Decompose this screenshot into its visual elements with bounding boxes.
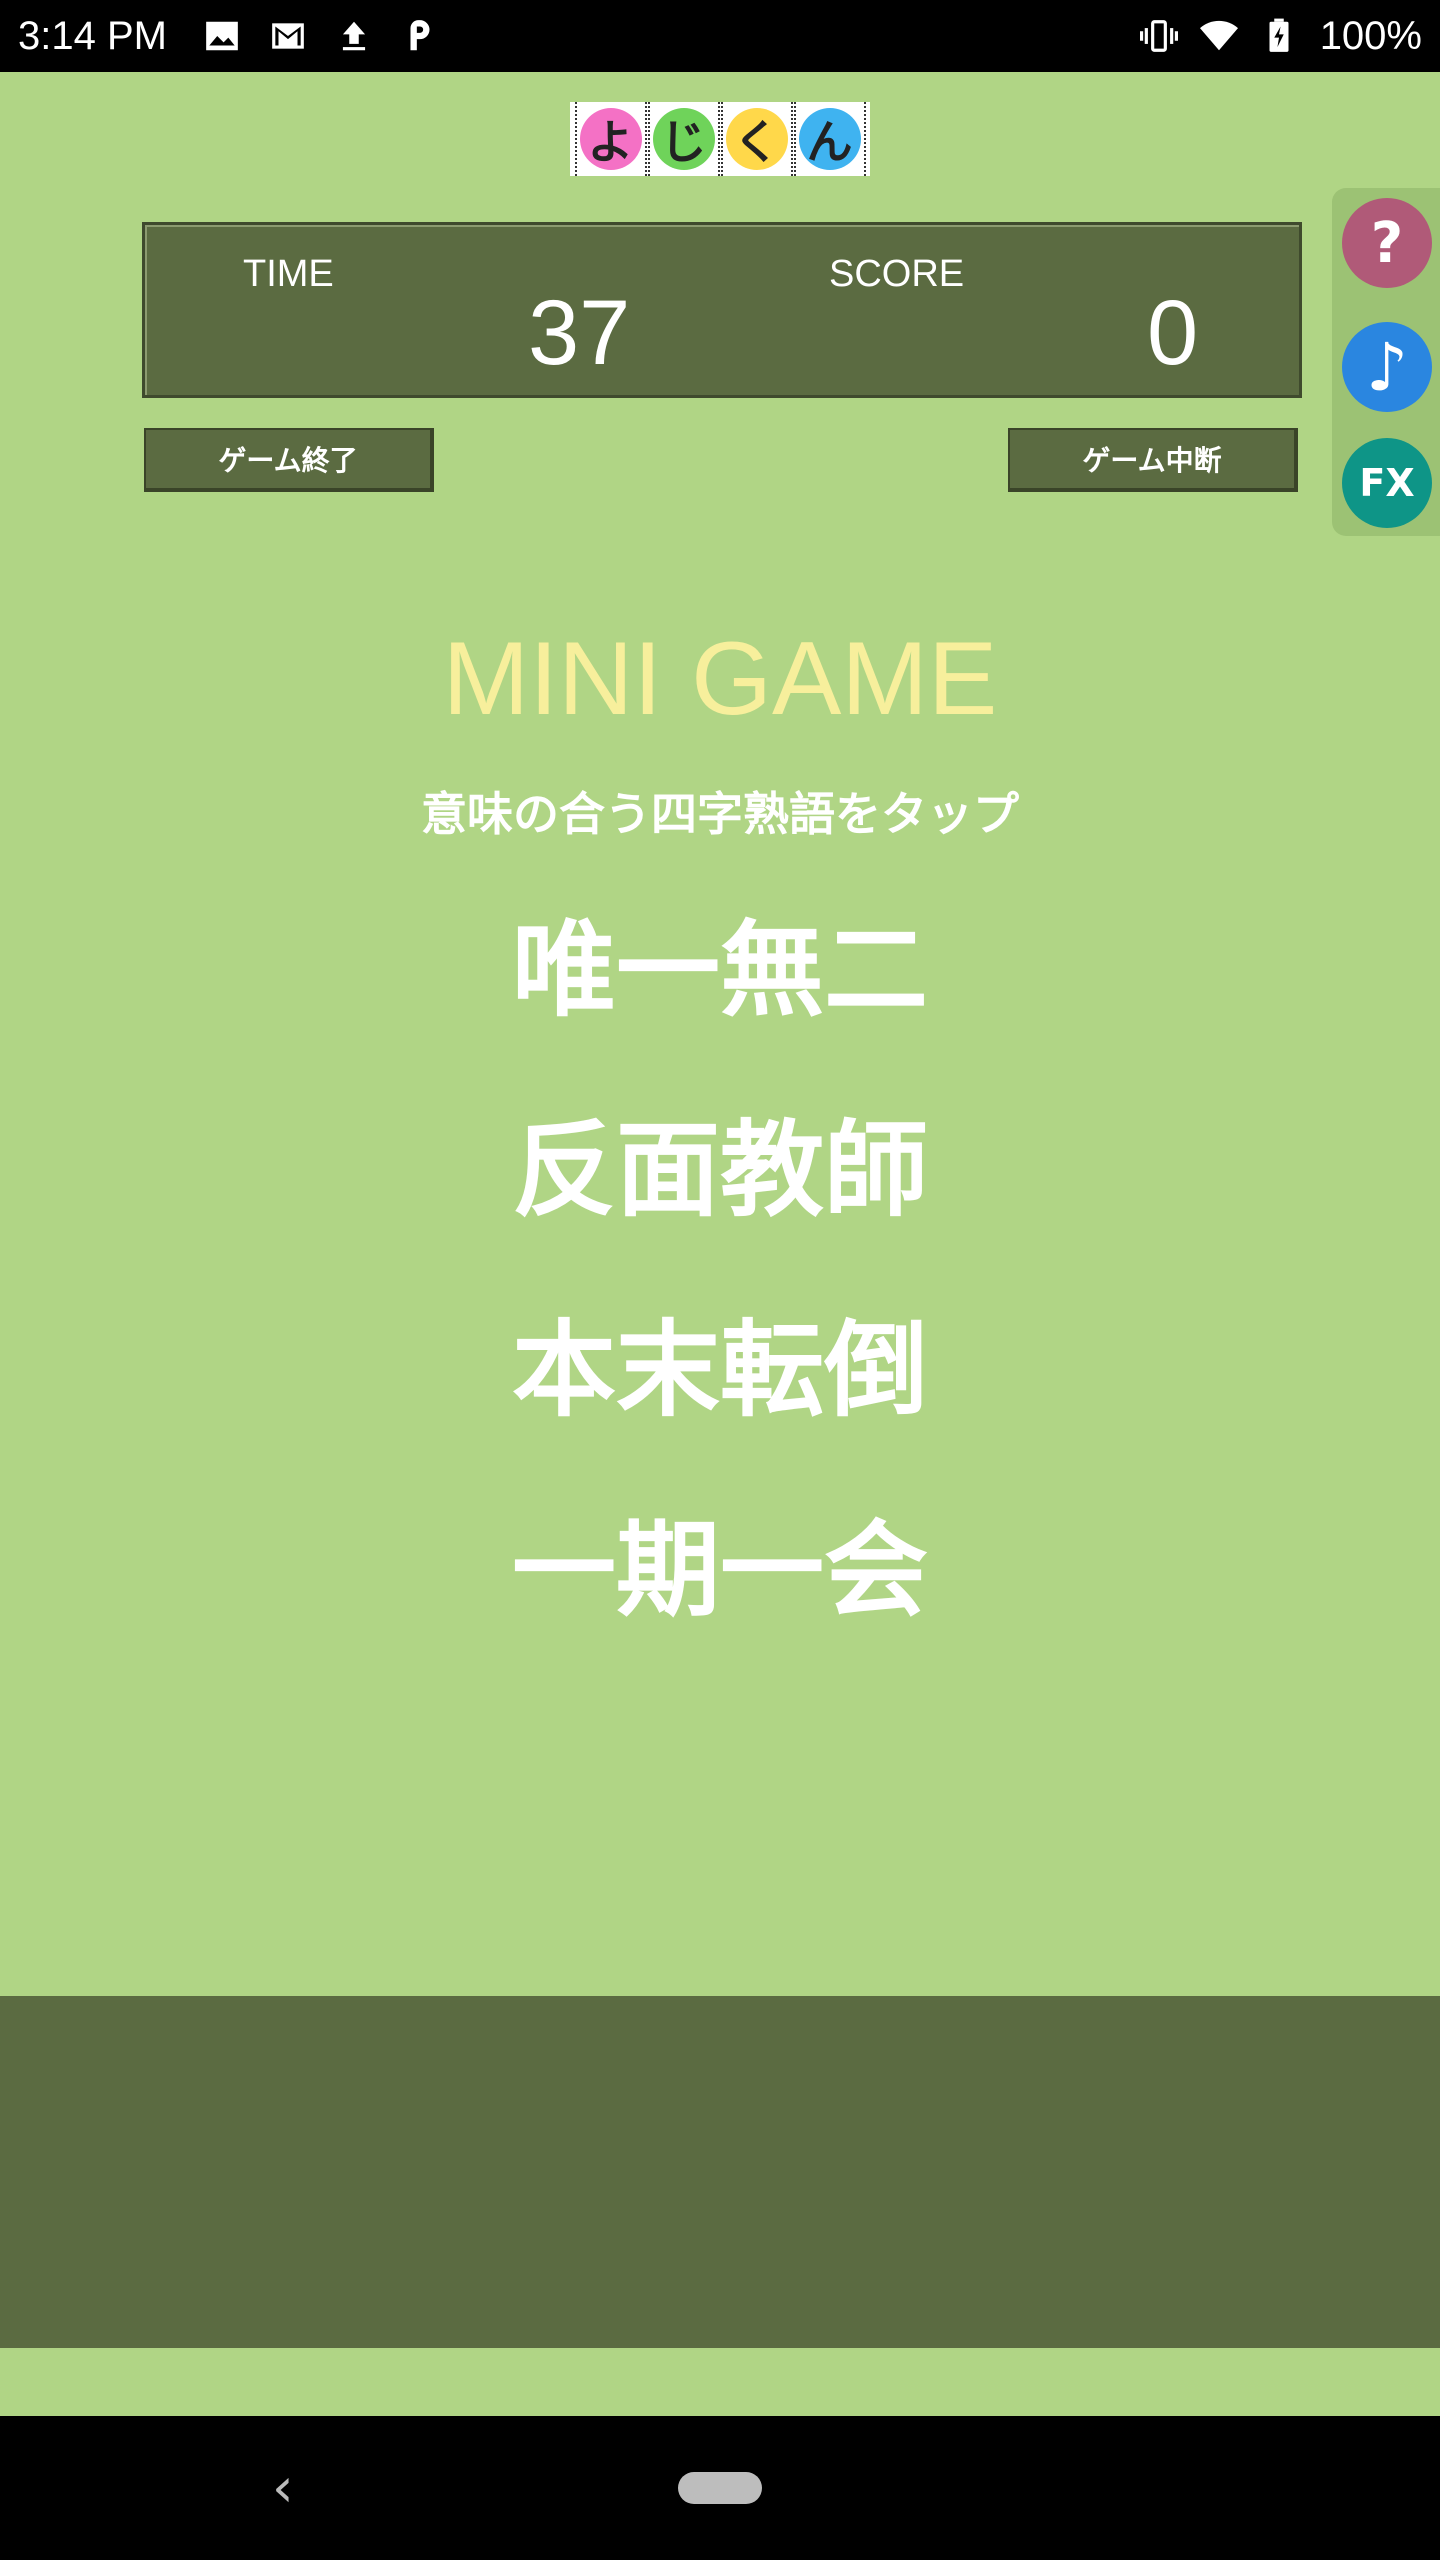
score-label: SCORE (829, 253, 965, 295)
status-system-icons: 100% (1139, 13, 1422, 59)
game-instruction: 意味の合う四字熟語をタップ (421, 787, 1019, 841)
battery-percentage: 100% (1319, 13, 1422, 58)
sound-fx-toggle-button[interactable]: FX (1342, 438, 1432, 528)
status-time: 3:14 PM (18, 13, 167, 58)
game-screen: 3:14 PM 100% よ じ く ん TIME 37 SCORE 0 ? ♪… (0, 0, 1440, 2560)
logo-char: ん (798, 108, 861, 170)
answer-choice[interactable]: 本末転倒 (420, 1295, 1020, 1445)
time-label: TIME (243, 253, 334, 295)
logo-cell: じ (647, 102, 720, 176)
logo-cell: く (720, 102, 793, 176)
navigation-bar: ‹ (0, 2416, 1440, 2560)
help-button[interactable]: ? (1342, 198, 1432, 288)
music-toggle-button[interactable]: ♪ (1342, 322, 1432, 412)
app-logo: よ じ く ん (570, 102, 870, 176)
banner-area (0, 1996, 1440, 2348)
side-controls: ? ♪ FX (1332, 188, 1440, 536)
upload-icon (342, 21, 366, 51)
logo-char: じ (652, 108, 715, 170)
answer-choice[interactable]: 反面教師 (420, 1095, 1020, 1245)
logo-cell: ん (793, 102, 866, 176)
logo-char: よ (579, 108, 642, 170)
wifi-icon (1199, 20, 1238, 51)
time-value: 37 (528, 282, 631, 384)
end-game-button[interactable]: ゲーム終了 (144, 428, 434, 492)
vibrate-icon (1139, 20, 1178, 52)
score-value: 0 (1147, 282, 1199, 384)
image-icon (206, 21, 238, 51)
battery-charging-icon (1269, 18, 1289, 52)
back-icon[interactable]: ‹ (272, 2458, 312, 2518)
p-icon (410, 20, 430, 51)
answer-choice[interactable]: 一期一会 (420, 1495, 1020, 1645)
logo-cell: よ (574, 102, 647, 176)
mail-icon (272, 23, 304, 49)
pause-game-button[interactable]: ゲーム中断 (1008, 428, 1298, 492)
score-panel: TIME 37 SCORE 0 (142, 222, 1302, 398)
status-bar: 3:14 PM 100% (0, 0, 1440, 72)
question-icon: ? (1370, 210, 1404, 276)
fx-icon: FX (1359, 461, 1415, 505)
mini-game-title: MINI GAME (442, 621, 998, 737)
logo-char: く (725, 108, 788, 170)
home-pill-button[interactable] (678, 2472, 762, 2504)
music-note-icon: ♪ (1365, 328, 1409, 406)
status-notification-icons (203, 17, 439, 55)
answer-choice[interactable]: 唯一無二 (420, 895, 1020, 1045)
